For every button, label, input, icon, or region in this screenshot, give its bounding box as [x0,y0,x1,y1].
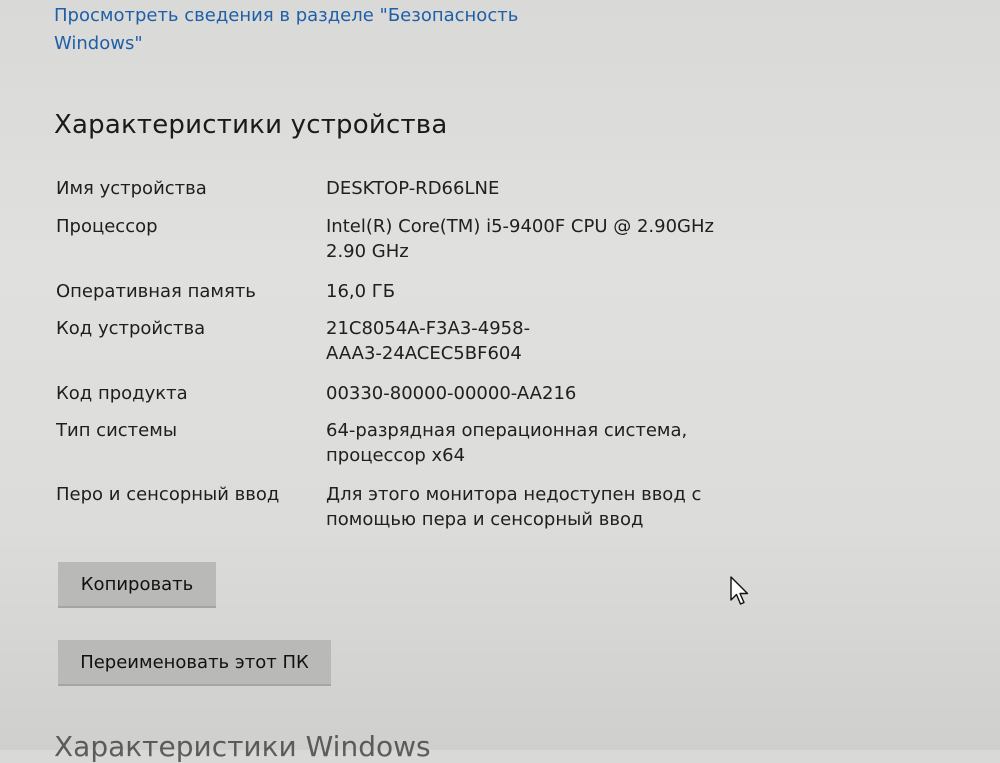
spec-value: Для этого монитора недоступен ввод с пом… [326,484,702,530]
spec-label: Код устройства [56,318,206,339]
spec-value: 21C8054A-F3A3-4958- AAA3-24ACEC5BF604 [326,318,531,364]
spec-value: Intel(R) Core(TM) i5-9400F CPU @ 2.90GHz… [326,216,714,262]
spec-label: Код продукта [56,383,188,404]
windows-security-link[interactable]: Просмотреть сведения в разделе "Безопасн… [54,2,554,58]
spec-label: Процессор [56,216,158,237]
spec-value: 16,0 ГБ [326,281,396,302]
device-specs-title: Характеристики устройства [54,110,448,140]
rename-pc-button[interactable]: Переименовать этот ПК [58,640,331,686]
spec-label: Тип системы [56,420,178,441]
spec-label: Оперативная память [56,281,256,302]
spec-label: Перо и сенсорный ввод [56,484,280,505]
windows-specs-title: Характеристики Windows [54,730,431,763]
spec-value: DESKTOP-RD66LNE [326,178,500,199]
copy-button[interactable]: Копировать [58,562,216,608]
spec-value: 64-разрядная операционная система, проце… [326,420,688,466]
mouse-pointer-icon [730,576,749,605]
spec-label: Имя устройства [56,178,207,199]
spec-value: 00330-80000-00000-AA216 [326,383,577,404]
